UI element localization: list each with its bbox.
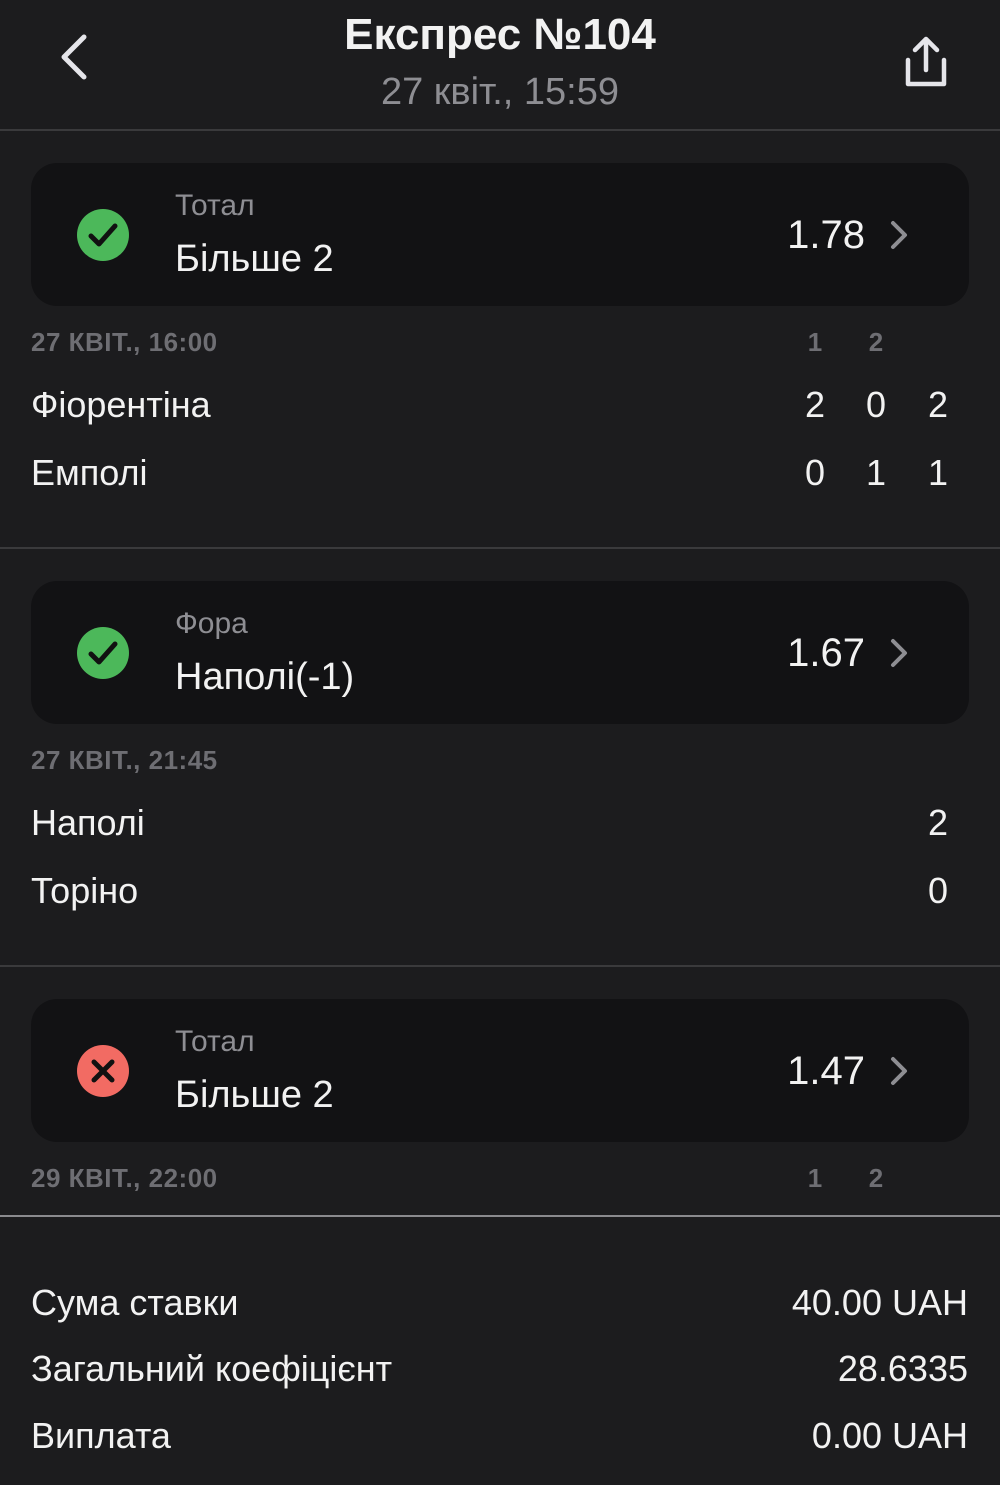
bet-card[interactable]: Фора Наполі(-1) 1.67 bbox=[31, 581, 969, 724]
team-name: Торіно bbox=[31, 870, 139, 911]
period-header: 2 bbox=[868, 327, 884, 357]
total-odds-value: 28.6335 bbox=[837, 1348, 968, 1389]
bet-section: Тотал Більше 2 1.47 29 КВІТ., 22:00 1 2 bbox=[0, 967, 1000, 1217]
selection-label: Більше 2 bbox=[175, 1074, 334, 1116]
bet-section: Фора Наполі(-1) 1.67 27 КВІТ., 21:45 Нап… bbox=[0, 549, 1000, 967]
chevron-right-icon bbox=[891, 221, 907, 249]
market-label: Тотал bbox=[175, 189, 255, 222]
team-name: Наполі bbox=[31, 802, 145, 843]
team-row: Наполі 2 bbox=[0, 798, 1000, 848]
score-total: 1 bbox=[927, 452, 949, 493]
period-header: 2 bbox=[868, 1163, 884, 1193]
payout-row: Виплата 0.00 UAH bbox=[0, 1411, 1000, 1461]
match-time: 27 КВІТ., 21:45 bbox=[31, 745, 218, 775]
payout-value: 0.00 UAH bbox=[811, 1415, 968, 1456]
stake-value: 40.00 UAH bbox=[791, 1282, 968, 1323]
bet-section: Тотал Більше 2 1.78 27 КВІТ., 16:00 1 2 … bbox=[0, 131, 1000, 549]
x-circle-icon bbox=[77, 1045, 129, 1097]
bet-card[interactable]: Тотал Більше 2 1.47 bbox=[31, 999, 969, 1142]
total-odds-label: Загальний коефіцієнт bbox=[31, 1348, 393, 1389]
odds-value: 1.67 bbox=[787, 631, 865, 675]
score-period-2: 0 bbox=[865, 384, 887, 425]
stake-row: Сума ставки 40.00 UAH bbox=[0, 1278, 1000, 1328]
share-icon bbox=[905, 36, 947, 87]
share-button[interactable] bbox=[898, 34, 954, 90]
selection-label: Наполі(-1) bbox=[175, 656, 355, 698]
team-row: Фіорентіна 2 0 2 bbox=[0, 380, 1000, 430]
check-circle-icon bbox=[77, 209, 129, 261]
check-circle-icon bbox=[77, 627, 129, 679]
match-time: 27 КВІТ., 16:00 bbox=[31, 327, 218, 357]
team-row: Емполі 0 1 1 bbox=[0, 448, 1000, 498]
odds-value: 1.78 bbox=[787, 213, 865, 257]
payout-label: Виплата bbox=[31, 1415, 171, 1456]
period-header: 1 bbox=[807, 327, 823, 357]
score-period-2: 1 bbox=[865, 452, 887, 493]
match-time: 29 КВІТ., 22:00 bbox=[31, 1163, 218, 1193]
chevron-right-icon bbox=[891, 639, 907, 667]
score-total: 2 bbox=[927, 802, 949, 843]
page-title: Експрес №104 bbox=[344, 10, 656, 59]
page-subtitle: 27 квіт., 15:59 bbox=[380, 71, 620, 113]
odds-value: 1.47 bbox=[787, 1049, 865, 1093]
score-period-1: 2 bbox=[804, 384, 826, 425]
bet-card[interactable]: Тотал Більше 2 1.78 bbox=[31, 163, 969, 306]
team-row: Торіно 0 bbox=[0, 866, 1000, 916]
total-odds-row: Загальний коефіцієнт 28.6335 bbox=[0, 1344, 1000, 1394]
score-total: 0 bbox=[927, 870, 949, 911]
stake-label: Сума ставки bbox=[31, 1282, 239, 1323]
team-name: Емполі bbox=[31, 452, 148, 493]
market-label: Фора bbox=[175, 607, 248, 640]
chevron-right-icon bbox=[891, 1057, 907, 1085]
top-bar: Експрес №104 27 квіт., 15:59 bbox=[0, 0, 1000, 131]
score-period-1: 0 bbox=[804, 452, 826, 493]
score-total: 2 bbox=[927, 384, 949, 425]
team-name: Фіорентіна bbox=[31, 384, 211, 425]
market-label: Тотал bbox=[175, 1025, 255, 1058]
period-header: 1 bbox=[807, 1163, 823, 1193]
selection-label: Більше 2 bbox=[175, 238, 334, 280]
